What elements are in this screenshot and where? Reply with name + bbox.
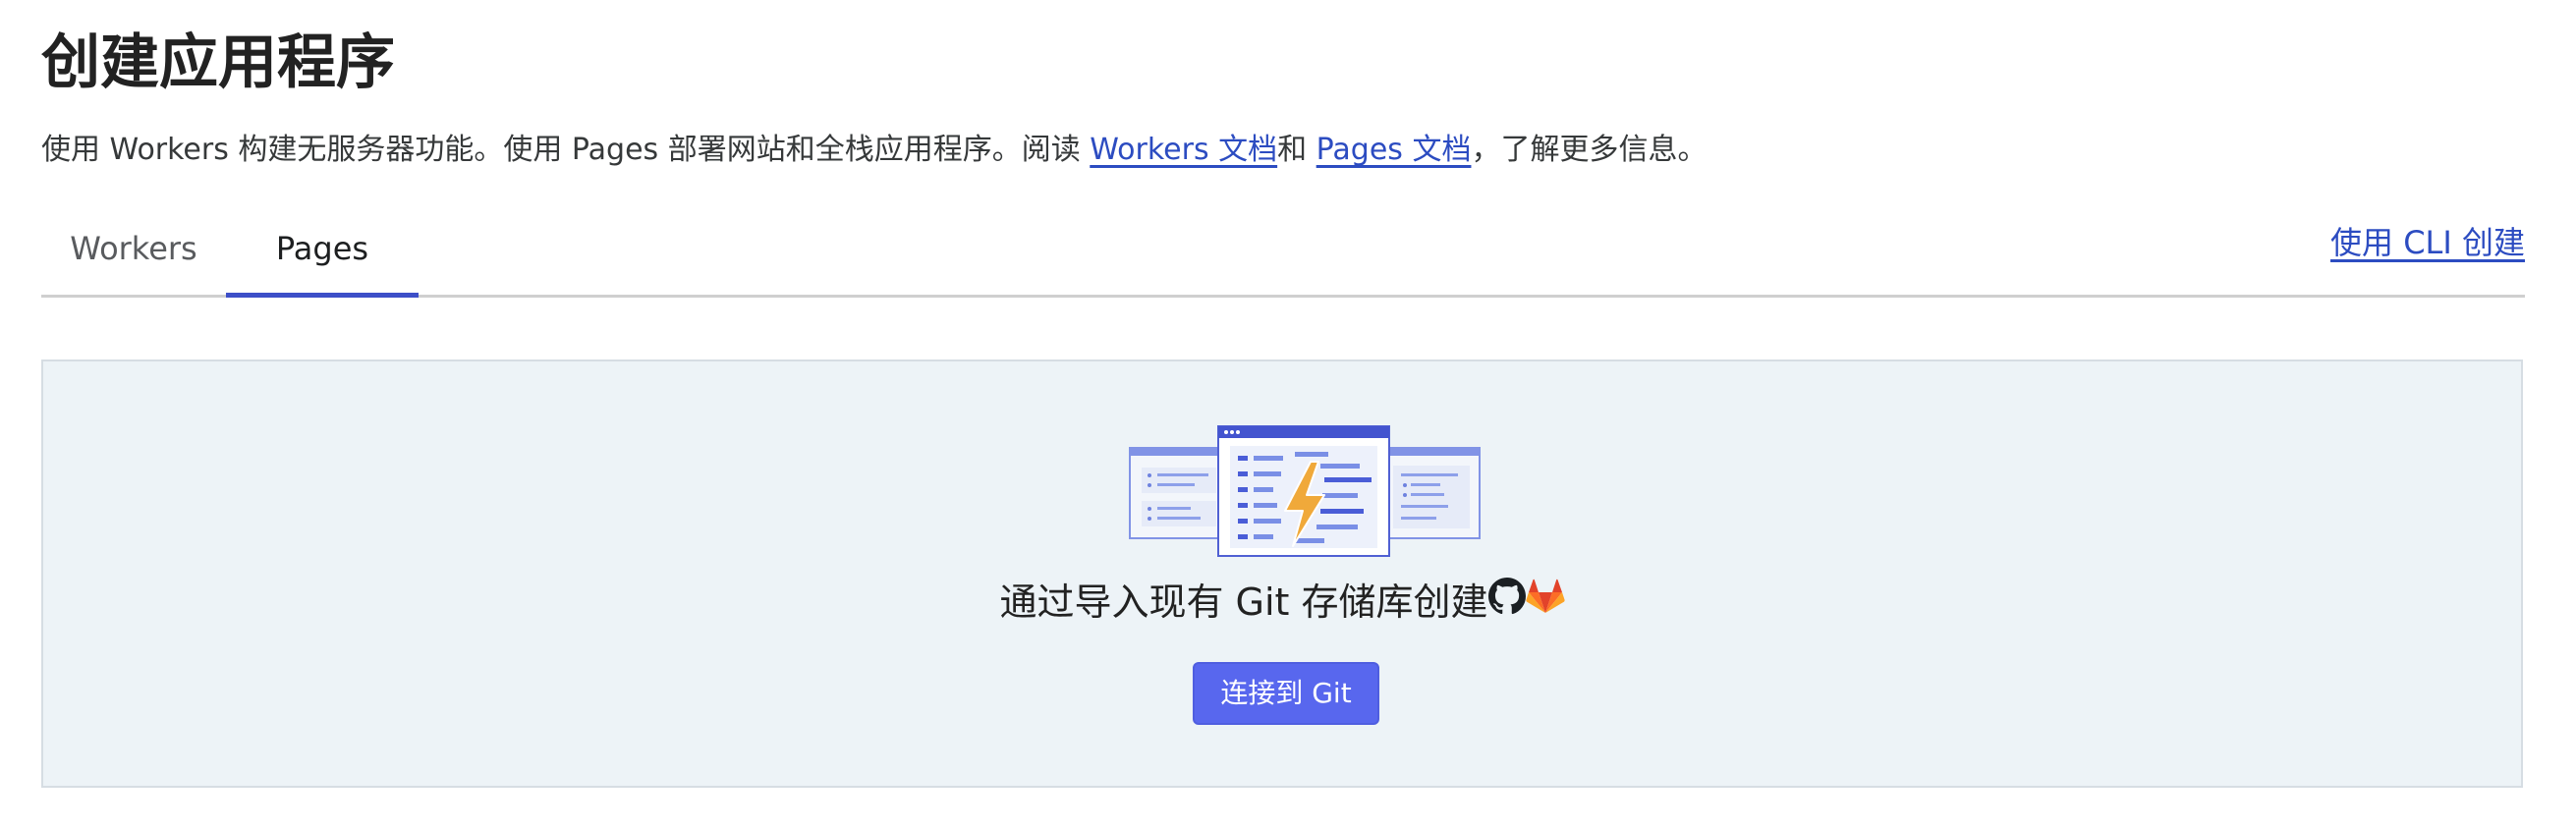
description-text-before: 使用 Workers 构建无服务器功能。使用 Pages 部署网站和全栈应用程序… <box>41 133 1091 167</box>
github-icon <box>1487 576 1526 629</box>
create-with-cli-link[interactable]: 使用 CLI 创建 <box>2330 220 2525 265</box>
import-headline-text: 通过导入现有 Git 存储库创建 <box>999 580 1488 624</box>
tab-workers[interactable]: Workers <box>41 208 226 295</box>
page-title: 创建应用程序 <box>41 28 395 97</box>
git-import-card: 通过导入现有 Git 存储库创建 连接到 Git <box>41 359 2523 788</box>
create-application-page: 创建应用程序 使用 Workers 构建无服务器功能。使用 Pages 部署网站… <box>0 0 2576 829</box>
pages-docs-link[interactable]: Pages 文档 <box>1316 133 1472 167</box>
left-browser-panel <box>1129 447 1227 539</box>
workers-docs-link[interactable]: Workers 文档 <box>1090 133 1277 167</box>
description-text-after: ，了解更多信息。 <box>1471 133 1708 167</box>
tab-bar: Workers Pages <box>41 208 2525 298</box>
pages-illustration <box>1129 425 1481 557</box>
description-text-between: 和 <box>1277 133 1316 167</box>
import-headline: 通过导入现有 Git 存储库创建 <box>43 576 2521 629</box>
gitlab-icon <box>1525 576 1565 629</box>
right-browser-panel <box>1382 447 1481 539</box>
connect-git-button[interactable]: 连接到 Git <box>1193 662 1379 725</box>
tab-pages[interactable]: Pages <box>226 208 419 298</box>
page-description: 使用 Workers 构建无服务器功能。使用 Pages 部署网站和全栈应用程序… <box>41 129 1707 172</box>
